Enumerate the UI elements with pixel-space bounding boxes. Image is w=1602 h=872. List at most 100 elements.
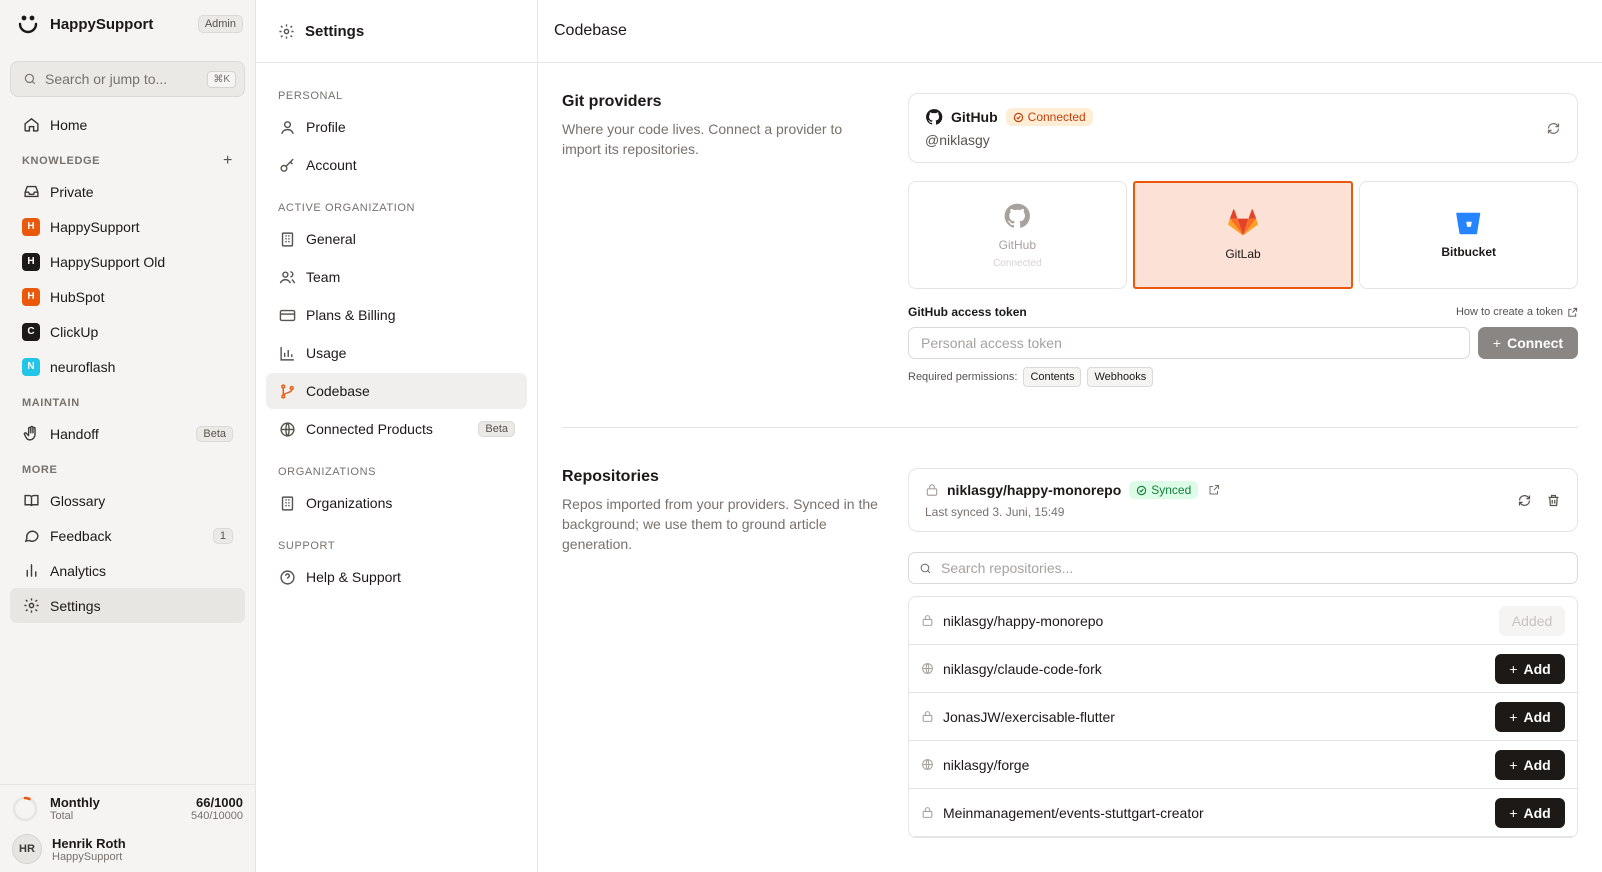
brand-name: HappySupport <box>50 15 154 33</box>
add-repo-button[interactable]: + Add <box>1495 749 1565 780</box>
refresh-icon[interactable] <box>1517 493 1532 508</box>
space-avatar-icon: H <box>22 287 40 306</box>
repo-name: niklasgy/forge <box>943 756 1030 773</box>
space-avatar-icon: N <box>22 357 40 376</box>
provider-option-bitbucket[interactable]: Bitbucket <box>1359 181 1579 289</box>
lock-icon <box>921 614 935 627</box>
sidebar-item-happysupport[interactable]: H HappySupport <box>10 209 245 244</box>
inbox-icon <box>22 183 40 201</box>
section-heading: Git providers <box>562 93 662 110</box>
usage-label: Monthly <box>50 795 100 810</box>
search-input[interactable]: Search or jump to... ⌘K <box>10 61 245 97</box>
add-label: Add <box>1523 660 1551 677</box>
sidebar-item-neuroflash[interactable]: N neuroflash <box>10 349 245 384</box>
settings-item-codebase[interactable]: Codebase <box>266 373 527 409</box>
usage-sub-label: Total <box>50 810 74 822</box>
connected-provider-card: GitHub Connected @niklasgy <box>908 93 1578 163</box>
sidebar-item-settings[interactable]: Settings <box>10 588 245 623</box>
token-label: GitHub access token <box>908 305 1027 319</box>
provider-option-gitlab[interactable]: GitLab <box>1132 181 1354 289</box>
add-repo-button[interactable]: + Add <box>1495 653 1565 684</box>
add-knowledge-icon[interactable]: + <box>223 152 233 170</box>
smile-logo-icon <box>18 15 38 34</box>
connect-button[interactable]: + Connect <box>1478 327 1578 359</box>
plus-icon: + <box>1509 708 1518 725</box>
sidebar-item-happysupport-old[interactable]: H HappySupport Old <box>10 244 245 279</box>
sidebar-item-label: Handoff <box>50 425 99 442</box>
support-section-header: SUPPORT <box>278 540 336 552</box>
token-help-link[interactable]: How to create a token <box>1456 305 1578 319</box>
building-icon <box>278 494 296 512</box>
list-item: Meinmanagement/events-stuttgart-creator … <box>909 789 1577 837</box>
settings-item-label: Help & Support <box>306 569 401 585</box>
sidebar-item-label: Analytics <box>50 562 107 579</box>
external-link-icon[interactable] <box>1208 484 1220 496</box>
globe-icon <box>921 662 935 675</box>
add-repo-button[interactable]: + Add <box>1495 797 1565 828</box>
users-icon <box>278 268 296 286</box>
more-section-header: MORE <box>0 457 255 483</box>
maintain-section-header: MAINTAIN <box>0 390 255 416</box>
section-label: KNOWLEDGE <box>22 155 101 167</box>
settings-item-team[interactable]: Team <box>266 259 527 295</box>
settings-item-label: Organizations <box>306 495 393 511</box>
refresh-link-icon[interactable] <box>1546 121 1561 136</box>
usage-ring-icon <box>12 796 38 821</box>
add-label: Add <box>1523 804 1551 821</box>
settings-header: Settings <box>256 0 537 63</box>
settings-item-label: Usage <box>306 345 347 361</box>
globe-icon <box>921 758 935 771</box>
lock-icon <box>921 806 935 819</box>
sidebar-item-label: Glossary <box>50 492 106 509</box>
settings-item-organizations[interactable]: Organizations <box>266 485 527 521</box>
settings-item-usage[interactable]: Usage <box>266 335 527 371</box>
repo-name: JonasJW/exercisable-flutter <box>943 708 1115 725</box>
add-repo-button[interactable]: + Add <box>1495 701 1565 732</box>
status-text: Synced <box>1151 483 1192 497</box>
settings-item-billing[interactable]: Plans & Billing <box>266 297 527 333</box>
git-branch-icon <box>278 382 296 400</box>
sidebar-item-clickup[interactable]: C ClickUp <box>10 314 245 349</box>
settings-nav: Settings PERSONAL Profile Account ACTIVE… <box>256 0 538 872</box>
settings-title: Settings <box>305 22 365 40</box>
settings-item-profile[interactable]: Profile <box>266 109 527 145</box>
token-help-text: How to create a token <box>1455 306 1563 318</box>
bitbucket-icon <box>1455 212 1480 235</box>
page-title: Codebase <box>538 0 1602 63</box>
sidebar-item-label: ClickUp <box>50 323 99 340</box>
settings-item-help[interactable]: Help & Support <box>266 559 527 595</box>
sidebar-item-feedback[interactable]: Feedback 1 <box>10 518 245 553</box>
github-icon <box>1004 203 1031 228</box>
sidebar-item-handoff[interactable]: Handoff Beta <box>10 416 245 451</box>
sidebar-item-glossary[interactable]: Glossary <box>10 483 245 518</box>
globe-icon <box>278 420 296 438</box>
search-icon <box>920 563 931 573</box>
usage-meter[interactable]: Monthly Total 66/1000 540/10000 <box>0 785 255 828</box>
check-circle-icon <box>1137 485 1147 495</box>
sidebar-item-home[interactable]: Home <box>10 107 245 142</box>
provider-option-github[interactable]: GitHub Connected <box>908 181 1127 289</box>
trash-icon[interactable] <box>1546 493 1561 508</box>
status-text: Connected <box>1027 110 1086 124</box>
orgs-section-header: ORGANIZATIONS <box>278 466 377 478</box>
key-icon <box>278 156 296 174</box>
sidebar-item-private[interactable]: Private <box>10 174 245 209</box>
sidebar-item-analytics[interactable]: Analytics <box>10 553 245 588</box>
user-org: HappySupport <box>52 850 123 863</box>
last-synced: Last synced 3. Juni, 15:49 <box>925 505 1065 519</box>
repo-search-input[interactable]: Search repositories... <box>908 552 1578 584</box>
plus-icon: + <box>1509 804 1518 821</box>
usage-sub-value: 540/10000 <box>191 810 243 822</box>
bar-chart-icon <box>278 344 296 362</box>
status-badge: Connected <box>1005 108 1093 126</box>
settings-item-general[interactable]: General <box>266 221 527 257</box>
settings-item-account[interactable]: Account <box>266 147 527 183</box>
repo-search-placeholder: Search repositories... <box>941 560 1074 576</box>
beta-badge: Beta <box>196 425 233 442</box>
sidebar-item-hubspot[interactable]: H HubSpot <box>10 279 245 314</box>
settings-item-label: Account <box>306 157 357 173</box>
home-icon <box>22 116 40 134</box>
user-menu[interactable]: HR Henrik Roth HappySupport <box>0 828 255 872</box>
settings-item-connected-products[interactable]: Connected Products Beta <box>266 411 527 447</box>
access-token-input[interactable]: Personal access token <box>908 327 1470 359</box>
